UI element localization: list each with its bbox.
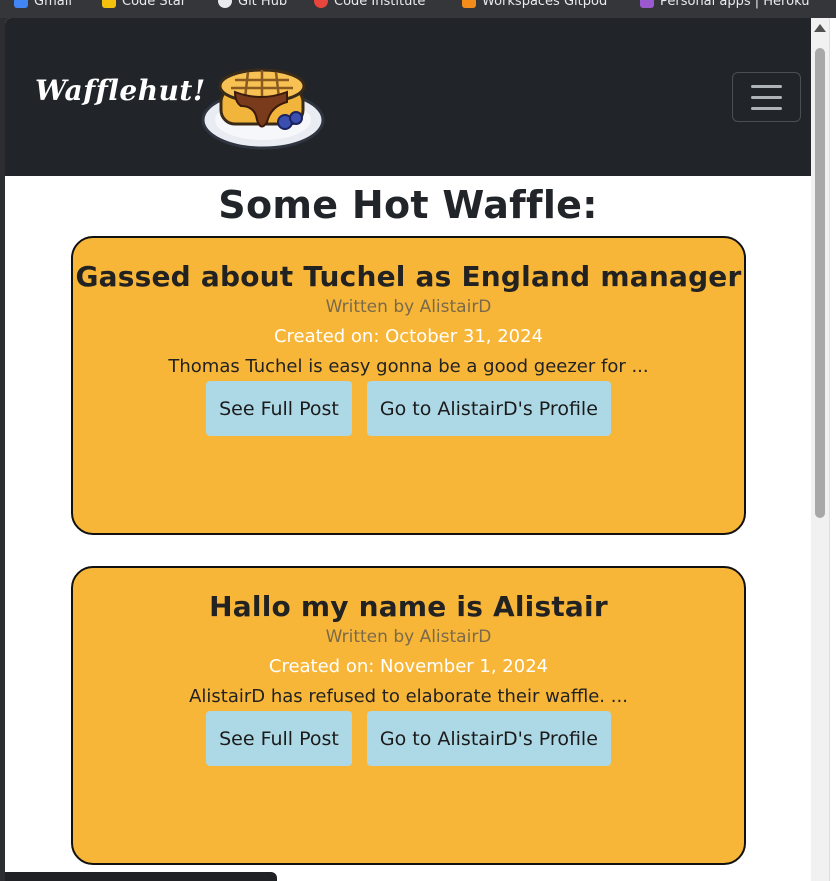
post-card: Hallo my name is Alistair Written by Ali… [71, 566, 746, 865]
post-excerpt: AlistairD has refused to elaborate their… [189, 686, 628, 707]
gitpod-icon [462, 0, 476, 8]
post-actions: See Full Post Go to AlistairD's Profile [73, 711, 744, 766]
page-title: Some Hot Waffle: [218, 183, 598, 227]
page-viewport: Wafflehut! Some Hot Waffle: Gassed about… [5, 18, 811, 881]
code-institute-icon [314, 0, 328, 8]
status-bar [5, 872, 277, 881]
bookmark-gmail[interactable]: Gmail [14, 0, 72, 10]
post-excerpt: Thomas Tuchel is easy gonna be a good ge… [168, 356, 649, 377]
gmail-icon [14, 0, 28, 8]
bookmark-gitpod[interactable]: Workspaces Gitpod [462, 0, 607, 10]
hamburger-menu-icon [751, 84, 782, 88]
post-created-date: Created on: October 31, 2024 [273, 326, 544, 347]
bookmark-github[interactable]: Git Hub [218, 0, 287, 10]
waffle-stack-icon[interactable] [201, 62, 325, 152]
post-created-date: Created on: November 1, 2024 [268, 656, 549, 677]
post-author: Written by AlistairD [325, 627, 492, 647]
bookmark-code-star[interactable]: Code Star [102, 0, 186, 10]
go-to-profile-button[interactable]: Go to AlistairD's Profile [366, 381, 611, 436]
navbar: Wafflehut! [5, 18, 811, 176]
post-card: Gassed about Tuchel as England manager W… [71, 236, 746, 535]
vertical-scrollbar[interactable] [811, 18, 829, 881]
see-full-post-button[interactable]: See Full Post [206, 381, 352, 436]
bookmark-code-institute[interactable]: Code Institute [314, 0, 425, 10]
folder-icon [102, 0, 116, 8]
post-author: Written by AlistairD [325, 297, 492, 317]
see-full-post-button[interactable]: See Full Post [206, 711, 352, 766]
scrollbar-thumb[interactable] [815, 48, 825, 518]
bookmark-heroku[interactable]: Personal apps | Heroku [640, 0, 809, 10]
bookmarks-bar: Gmail Code Star Git Hub Code Institute W… [0, 0, 836, 18]
post-actions: See Full Post Go to AlistairD's Profile [73, 381, 744, 436]
navbar-toggler-button[interactable] [732, 72, 801, 122]
github-icon [218, 0, 232, 8]
side-panel-edge [829, 18, 836, 881]
scroll-up-arrow-icon[interactable] [814, 24, 826, 32]
brand-link[interactable]: Wafflehut! [35, 74, 206, 107]
post-title: Gassed about Tuchel as England manager [75, 260, 742, 293]
go-to-profile-button[interactable]: Go to AlistairD's Profile [366, 711, 611, 766]
post-title: Hallo my name is Alistair [209, 590, 608, 623]
heroku-icon [640, 0, 654, 8]
